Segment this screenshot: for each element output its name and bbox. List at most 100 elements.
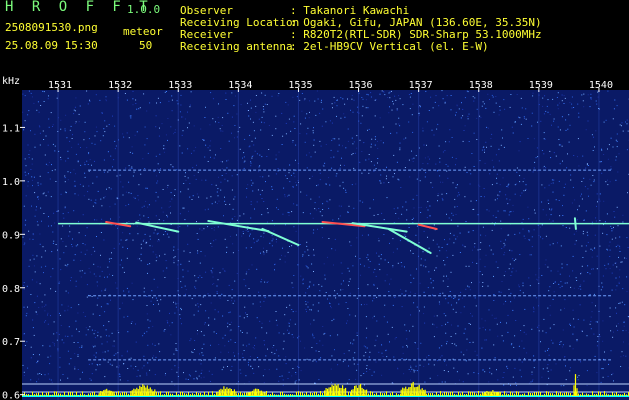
noise-dot — [572, 270, 574, 272]
noise-dot — [500, 220, 502, 222]
noise-dot — [422, 130, 424, 132]
noise-dot — [274, 353, 276, 355]
noise-dot — [304, 98, 306, 100]
noise-dot — [365, 316, 367, 318]
noise-dot — [90, 379, 92, 381]
noise-dot — [224, 334, 226, 336]
noise-dot — [529, 254, 531, 256]
histogram-tick — [296, 391, 297, 396]
noise-dot — [402, 352, 404, 354]
histogram-tick — [534, 392, 535, 396]
histogram-burst-bar — [98, 392, 100, 396]
noise-dot — [307, 288, 309, 289]
noise-dot — [30, 379, 32, 381]
noise-dot — [522, 228, 524, 230]
noise-dot — [261, 189, 263, 191]
noise-dot — [597, 336, 599, 337]
histogram-burst-bar — [333, 385, 335, 396]
noise-dot — [561, 346, 563, 348]
noise-dot — [581, 330, 583, 332]
histogram-tick — [208, 391, 209, 396]
noise-dot — [626, 276, 628, 278]
noise-dot — [616, 133, 618, 135]
noise-dot — [294, 176, 296, 178]
noise-dot — [373, 164, 375, 166]
noise-dot — [587, 272, 589, 273]
noise-dot — [103, 128, 105, 130]
noise-dot — [596, 193, 598, 195]
noise-dot — [413, 207, 415, 209]
noise-dot — [243, 161, 245, 163]
histogram-burst-bar — [101, 391, 103, 396]
noise-dot — [265, 181, 266, 183]
histogram-tick — [566, 392, 567, 396]
noise-dot — [392, 176, 394, 178]
noise-dot — [74, 366, 76, 368]
noise-dot — [471, 282, 472, 284]
noise-dot — [263, 247, 264, 249]
noise-dot — [620, 356, 622, 358]
noise-dot — [232, 208, 234, 210]
noise-dot — [392, 100, 394, 102]
noise-dot — [313, 319, 315, 321]
noise-dot — [411, 114, 413, 116]
noise-dot — [84, 244, 86, 246]
noise-dot — [110, 218, 111, 220]
histogram-tick — [286, 394, 287, 396]
noise-dot — [50, 379, 52, 381]
noise-dot — [571, 103, 573, 105]
noise-dot — [372, 300, 374, 302]
noise-dot — [341, 157, 342, 159]
noise-dot — [127, 368, 129, 369]
noise-dot — [329, 303, 331, 304]
noise-dot — [314, 100, 316, 102]
noise-dot — [373, 170, 375, 172]
histogram-burst-bar — [358, 385, 360, 396]
noise-dot — [84, 172, 86, 174]
noise-dot — [239, 215, 241, 217]
noise-dot — [363, 345, 365, 347]
noise-dot — [272, 353, 274, 355]
noise-dot — [616, 285, 618, 287]
noise-dot — [94, 135, 96, 137]
noise-dot — [510, 211, 512, 213]
freq-tick-label: 0.9 — [2, 230, 20, 241]
noise-dot — [294, 323, 296, 325]
noise-dot — [506, 322, 507, 324]
noise-dot — [129, 151, 131, 153]
noise-dot — [627, 247, 629, 248]
noise-dot — [601, 282, 603, 284]
noise-dot — [174, 189, 176, 191]
histogram-burst-bar — [406, 388, 408, 396]
noise-dot — [307, 127, 309, 129]
noise-dot — [347, 211, 349, 213]
noise-dot — [569, 323, 571, 325]
noise-dot — [207, 161, 209, 162]
noise-dot — [240, 372, 242, 374]
histogram-burst-bar — [486, 391, 488, 396]
noise-dot — [274, 264, 276, 266]
noise-dot — [82, 311, 84, 313]
noise-dot — [123, 136, 125, 138]
noise-dot — [457, 325, 459, 327]
noise-dot — [481, 347, 483, 349]
noise-dot — [331, 248, 333, 250]
noise-dot — [552, 298, 554, 300]
noise-dot — [257, 189, 259, 191]
noise-dot — [332, 138, 334, 140]
noise-dot — [220, 160, 222, 162]
noise-dot — [306, 133, 308, 135]
noise-dot — [97, 331, 99, 333]
histogram-burst-bar — [415, 387, 417, 396]
noise-dot — [155, 200, 157, 202]
noise-dot — [187, 243, 189, 245]
noise-dot — [447, 286, 449, 287]
noise-dot — [134, 197, 136, 199]
noise-dot — [595, 130, 597, 132]
noise-dot — [465, 288, 467, 290]
noise-dot — [77, 194, 79, 196]
noise-dot — [165, 260, 167, 262]
noise-dot — [90, 199, 92, 201]
noise-dot — [60, 269, 62, 271]
noise-dot — [34, 271, 36, 273]
